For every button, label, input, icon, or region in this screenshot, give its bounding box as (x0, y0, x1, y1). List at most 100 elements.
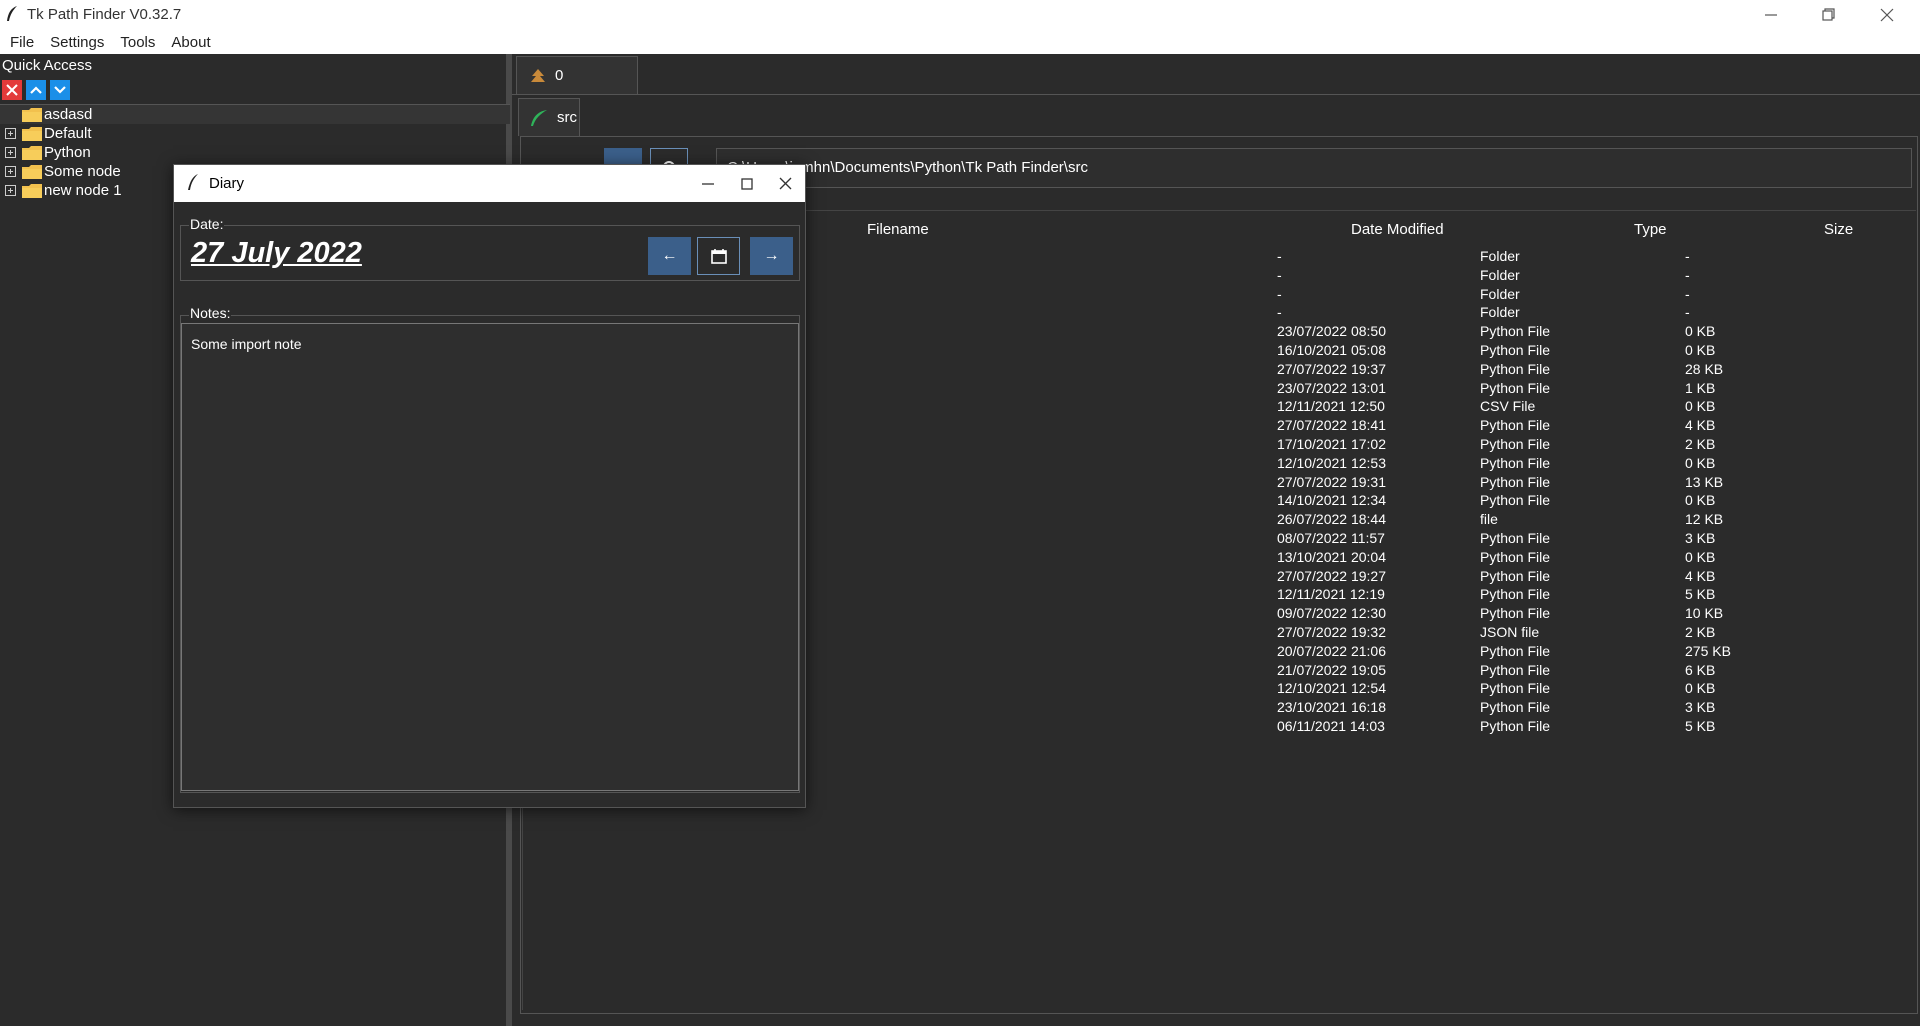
notes-textarea[interactable]: Some import note (181, 323, 799, 791)
tree-node[interactable]: Python (0, 143, 510, 162)
tree-node[interactable]: asdasd (0, 105, 510, 124)
expand-icon[interactable] (5, 128, 16, 139)
cell-type: Python File (1480, 529, 1551, 546)
move-down-button[interactable] (50, 80, 70, 100)
close-icon (779, 177, 792, 190)
cell-size: 4 KB (1685, 417, 1716, 434)
diary-minimize-button[interactable] (688, 165, 728, 202)
cell-date: 21/07/2022 19:05 (1277, 661, 1386, 678)
cell-date: 27/07/2022 18:41 (1277, 417, 1386, 434)
cell-date: 23/07/2022 08:50 (1277, 323, 1386, 340)
cell-size: 5 KB (1685, 586, 1716, 603)
column-header-filename[interactable]: Filename (867, 221, 929, 238)
cell-type: Python File (1480, 567, 1551, 584)
cell-type: Python File (1480, 548, 1551, 565)
feather-icon (188, 174, 198, 190)
cell-size: 0 KB (1685, 398, 1716, 415)
chevron-down-icon (54, 86, 66, 94)
tree-icon (531, 68, 545, 82)
minimize-icon (1765, 14, 1777, 16)
cell-size: 0 KB (1685, 341, 1716, 358)
cell-type: Python File (1480, 699, 1551, 716)
column-header-type[interactable]: Type (1634, 221, 1667, 238)
path-input[interactable]: C:\Users\jamhn\Documents\Python\Tk Path … (716, 148, 1912, 188)
leaf-icon (531, 109, 547, 126)
diary-dialog: Diary Date: 27 July 2022 ← → Notes: Some… (173, 164, 806, 808)
restore-icon (1822, 8, 1835, 21)
expand-icon[interactable] (5, 185, 16, 196)
cell-date: 27/07/2022 19:31 (1277, 473, 1386, 490)
move-up-button[interactable] (26, 80, 46, 100)
diary-maximize-button[interactable] (728, 165, 766, 202)
next-day-button[interactable]: → (750, 237, 793, 275)
cell-type: Python File (1480, 680, 1551, 697)
menu-settings[interactable]: Settings (42, 34, 112, 51)
cell-size: - (1685, 248, 1690, 264)
date-label: Date: (189, 216, 225, 232)
cell-type: Python File (1480, 717, 1551, 734)
cell-date: 27/07/2022 19:27 (1277, 567, 1386, 584)
cell-type: Python File (1480, 605, 1551, 622)
calendar-icon (710, 249, 727, 264)
date-value: 27 July 2022 (191, 237, 362, 269)
cell-type: CSV File (1480, 398, 1536, 415)
folder-icon (22, 184, 42, 198)
cell-date: 09/07/2022 12:30 (1277, 605, 1386, 622)
cell-date: 12/10/2021 12:54 (1277, 680, 1386, 697)
cell-type: Folder (1480, 285, 1520, 302)
remove-node-button[interactable] (2, 80, 22, 100)
cell-size: - (1685, 304, 1690, 321)
tab-src[interactable]: src (518, 98, 580, 136)
restore-button[interactable] (1800, 0, 1858, 30)
diary-close-button[interactable] (766, 165, 805, 202)
app-title: Tk Path Finder V0.32.7 (27, 6, 182, 23)
cell-size: 5 KB (1685, 717, 1716, 734)
cell-type: JSON file (1480, 623, 1540, 640)
cell-date: - (1277, 266, 1282, 283)
cell-type: Python File (1480, 323, 1551, 340)
cell-type: Python File (1480, 642, 1551, 659)
menu-file[interactable]: File (2, 34, 42, 51)
tree-node[interactable]: Default (0, 124, 510, 143)
previous-day-button[interactable]: ← (648, 237, 691, 275)
quick-access-title: Quick Access (2, 57, 93, 74)
close-icon (1880, 8, 1894, 22)
tab-outer-label: 0 (555, 67, 564, 84)
tab-divider (512, 94, 1920, 95)
folder-icon (22, 127, 42, 141)
cell-size: 4 KB (1685, 567, 1716, 584)
menu-tools[interactable]: Tools (112, 34, 163, 51)
cell-date: 06/11/2021 14:03 (1277, 717, 1385, 734)
cell-date: 08/07/2022 11:57 (1277, 529, 1385, 546)
menu-about[interactable]: About (163, 34, 218, 51)
close-window-button[interactable] (1858, 0, 1916, 30)
column-header-date[interactable]: Date Modified (1351, 221, 1444, 238)
cell-size: 6 KB (1685, 661, 1716, 678)
cell-size: 28 KB (1685, 360, 1724, 377)
expand-icon[interactable] (5, 147, 16, 158)
tree-node-label: Some node (44, 163, 121, 180)
tree-node-label: asdasd (44, 106, 93, 123)
cell-size: 0 KB (1685, 492, 1716, 509)
cell-size: 0 KB (1685, 323, 1716, 340)
cell-date: 27/07/2022 19:37 (1277, 360, 1386, 377)
x-icon (6, 84, 18, 96)
tab-outer[interactable]: 0 (516, 56, 638, 94)
minimize-button[interactable] (1742, 0, 1800, 30)
cell-size: 2 KB (1685, 623, 1716, 640)
cell-type: Python File (1480, 417, 1551, 434)
cell-size: 0 KB (1685, 454, 1716, 471)
cell-date: 26/07/2022 18:44 (1277, 511, 1386, 528)
tree-node-label: new node 1 (44, 182, 122, 199)
cell-type: Python File (1480, 473, 1551, 490)
column-header-size[interactable]: Size (1824, 221, 1853, 238)
cell-date: 17/10/2021 17:02 (1277, 435, 1386, 452)
cell-type: Python File (1480, 586, 1551, 603)
window-title-bar: Tk Path Finder V0.32.7 (0, 0, 1920, 30)
minimize-icon (702, 182, 714, 185)
expand-icon[interactable] (5, 166, 16, 177)
cell-size: 0 KB (1685, 680, 1716, 697)
cell-date: - (1277, 304, 1282, 321)
calendar-button[interactable] (697, 237, 740, 275)
cell-date: 12/10/2021 12:53 (1277, 454, 1386, 471)
